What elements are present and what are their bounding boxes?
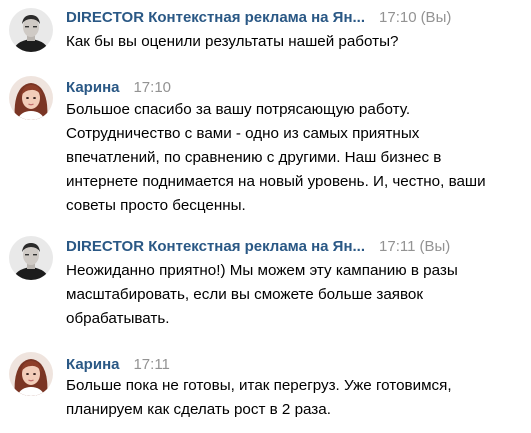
author-name[interactable]: Карина <box>66 356 119 373</box>
message-time[interactable]: 17:10 <box>133 79 171 96</box>
message-time[interactable]: 17:11 <box>379 238 415 255</box>
woman-avatar-icon[interactable] <box>9 76 53 120</box>
message-header: Карина 17:11 <box>66 355 170 375</box>
author-name[interactable]: DIRECTOR Контекстная реклама на Ян... <box>66 9 365 26</box>
message-text: Большое спасибо за вашу потрясающую рабо… <box>66 101 486 214</box>
message-time[interactable]: 17:10 <box>379 9 417 26</box>
message-time[interactable]: 17:11 <box>133 356 169 373</box>
man-avatar-icon[interactable] <box>9 236 53 280</box>
message-text: Как бы вы оценили результаты нашей работ… <box>66 33 399 50</box>
message-header: DIRECTOR Контекстная реклама на Ян... 17:… <box>66 237 450 257</box>
message-text: Больше пока не готовы, итак перегруз. Уж… <box>66 377 452 418</box>
message-text: Неожиданно приятно!) Мы можем эту кампан… <box>66 262 458 327</box>
message-header: DIRECTOR Контекстная реклама на Ян... 17:… <box>66 8 451 28</box>
author-name[interactable]: Карина <box>66 79 119 96</box>
own-message-label: (Вы) <box>420 9 452 26</box>
own-message-label: (Вы) <box>419 238 451 255</box>
woman-avatar-icon[interactable] <box>9 352 53 396</box>
author-name[interactable]: DIRECTOR Контекстная реклама на Ян... <box>66 238 365 255</box>
man-avatar-icon[interactable] <box>9 8 53 52</box>
message-header: Карина 17:10 <box>66 78 171 98</box>
